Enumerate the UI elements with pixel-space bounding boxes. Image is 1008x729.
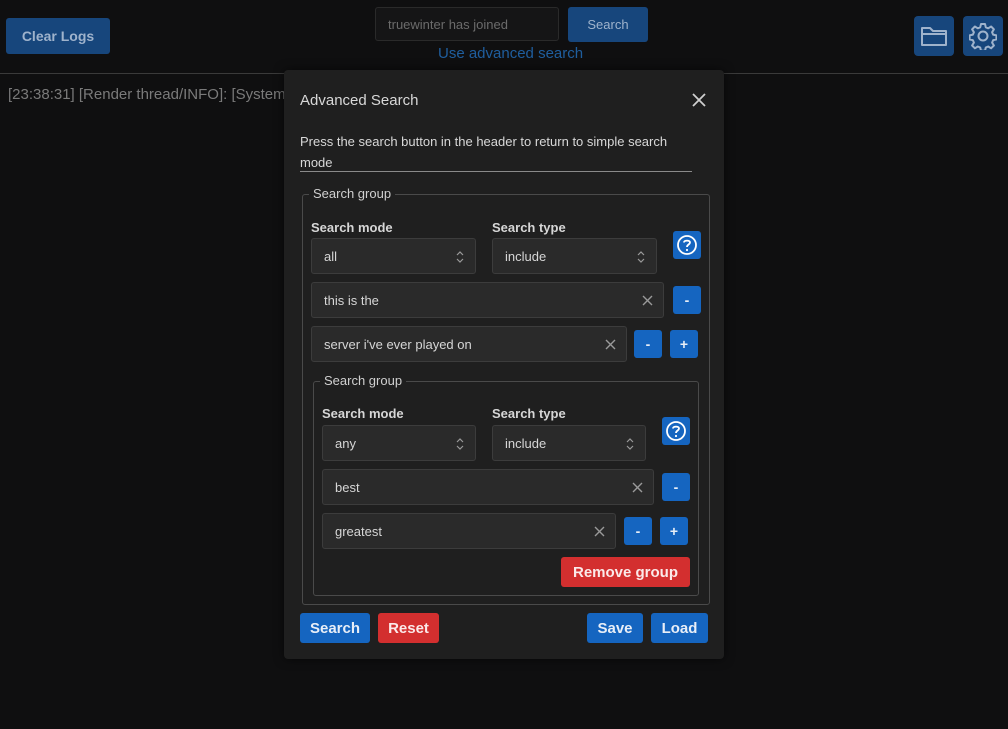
search-subgroup: Search group Search mode Search type any… xyxy=(313,373,699,596)
close-icon xyxy=(692,93,706,107)
modal-description: Press the search button in the header to… xyxy=(300,131,692,172)
load-button[interactable]: Load xyxy=(651,613,708,643)
search-group-legend: Search group xyxy=(309,186,396,201)
search-group: Search group Search mode Search type all… xyxy=(302,186,710,605)
help-button[interactable] xyxy=(673,231,701,259)
remove-term-button[interactable]: - xyxy=(673,286,701,314)
advanced-search-modal: Advanced Search Press the search button … xyxy=(284,70,724,659)
search-type-value: include xyxy=(505,248,547,264)
remove-term-button[interactable]: - xyxy=(624,517,652,545)
clear-logs-button[interactable]: Clear Logs xyxy=(6,18,110,54)
chevron-updown-icon xyxy=(456,438,464,450)
search-mode-select[interactable]: any xyxy=(322,425,476,461)
help-icon xyxy=(666,421,686,441)
search-mode-value: all xyxy=(324,248,338,264)
advanced-search-link[interactable]: Use advanced search xyxy=(438,45,583,62)
open-folder-button[interactable] xyxy=(914,16,954,56)
search-term-input[interactable]: server i've ever played on xyxy=(311,326,627,362)
close-modal-button[interactable] xyxy=(689,90,709,110)
search-term-value: best xyxy=(335,479,360,495)
chevron-updown-icon xyxy=(456,251,464,263)
clear-icon[interactable] xyxy=(632,482,643,493)
chevron-updown-icon xyxy=(637,251,645,263)
save-button[interactable]: Save xyxy=(587,613,643,643)
search-group-legend: Search group xyxy=(320,373,407,388)
reset-button[interactable]: Reset xyxy=(378,613,439,643)
remove-group-button[interactable]: Remove group xyxy=(561,557,690,587)
search-term-input[interactable]: this is the xyxy=(311,282,664,318)
search-term-input[interactable]: greatest xyxy=(322,513,616,549)
header-search-input[interactable] xyxy=(375,7,559,41)
search-term-value: greatest xyxy=(335,523,382,539)
settings-button[interactable] xyxy=(963,16,1003,56)
search-mode-label: Search mode xyxy=(311,220,393,235)
add-term-button[interactable]: + xyxy=(670,330,698,358)
search-type-value: include xyxy=(505,435,547,451)
clear-icon[interactable] xyxy=(594,526,605,537)
add-term-button[interactable]: + xyxy=(660,517,688,545)
search-type-label: Search type xyxy=(492,220,566,235)
header-bar: Clear Logs Search Use advanced search xyxy=(0,0,1008,74)
modal-title: Advanced Search xyxy=(300,92,419,109)
search-mode-label: Search mode xyxy=(322,406,404,421)
chevron-updown-icon xyxy=(626,438,634,450)
remove-term-button[interactable]: - xyxy=(634,330,662,358)
search-type-select[interactable]: include xyxy=(492,425,646,461)
gear-icon xyxy=(969,23,997,50)
search-type-label: Search type xyxy=(492,406,566,421)
search-term-input[interactable]: best xyxy=(322,469,654,505)
search-term-value: server i've ever played on xyxy=(324,336,472,352)
log-line: [23:38:31] [Render thread/INFO]: [System… xyxy=(8,86,290,103)
help-button[interactable] xyxy=(662,417,690,445)
search-mode-select[interactable]: all xyxy=(311,238,476,274)
search-type-select[interactable]: include xyxy=(492,238,657,274)
remove-term-button[interactable]: - xyxy=(662,473,690,501)
clear-icon[interactable] xyxy=(605,339,616,350)
folder-icon xyxy=(921,27,947,46)
clear-icon[interactable] xyxy=(642,295,653,306)
help-icon xyxy=(677,235,697,255)
header-search-button[interactable]: Search xyxy=(568,7,648,42)
search-term-value: this is the xyxy=(324,292,379,308)
modal-search-button[interactable]: Search xyxy=(300,613,370,643)
search-mode-value: any xyxy=(335,435,356,451)
